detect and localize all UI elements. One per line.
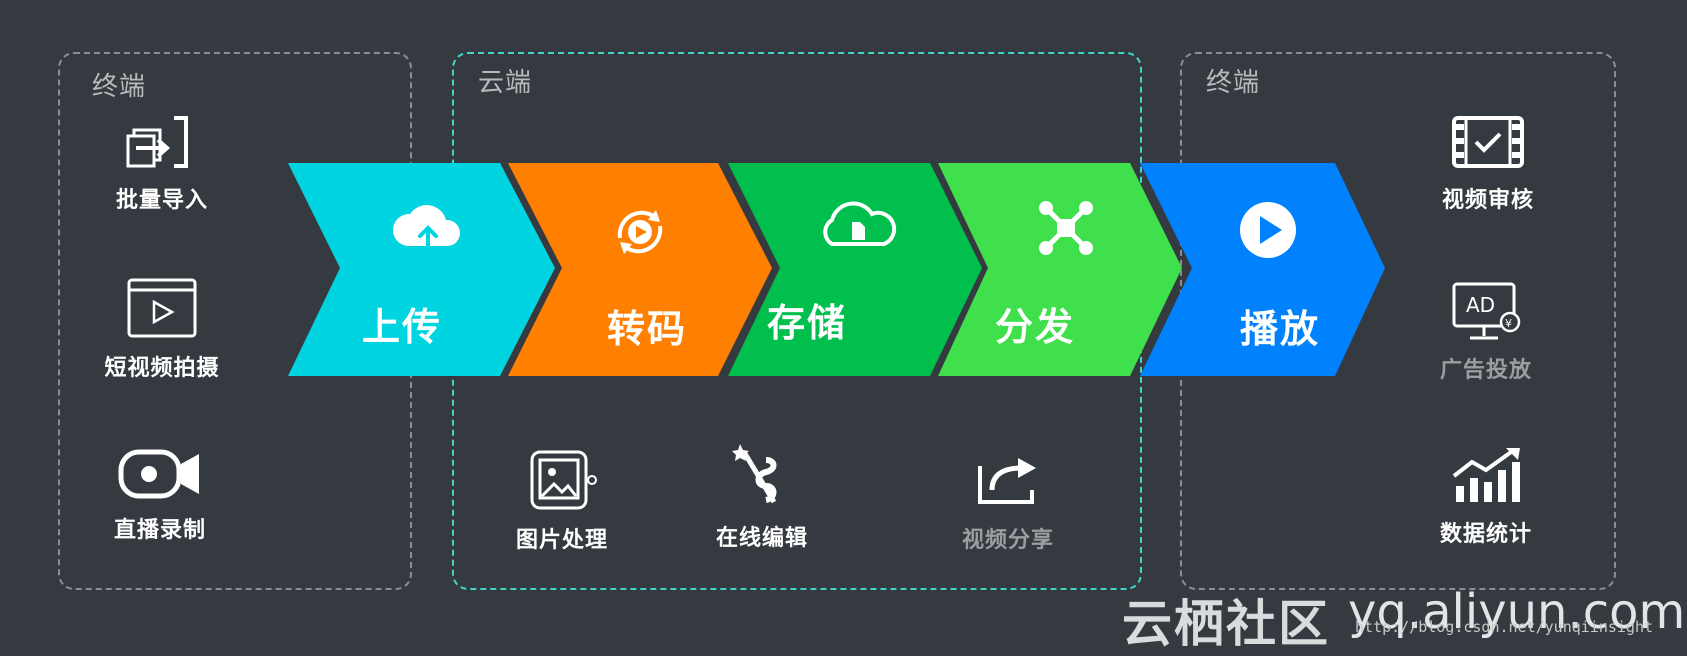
camera-record-icon — [118, 449, 199, 499]
feature-label: 视频审核 — [1441, 188, 1534, 213]
film-check-icon — [1452, 116, 1524, 168]
stage-label-distribute: 分发 — [995, 305, 1076, 349]
feature-live-record: 直播录制 — [60, 446, 260, 544]
feature-label: 视频分享 — [961, 528, 1054, 553]
feature-label: 在线编辑 — [715, 526, 808, 551]
feature-label: 图片处理 — [515, 528, 608, 553]
watermark-brand-cn: 云栖社区 — [1122, 595, 1330, 653]
feature-ad-delivery: AD ¥ 广告投放 — [1386, 280, 1586, 384]
feature-batch-import: 批量导入 — [62, 112, 262, 214]
feature-image-processing: 图片处理 — [462, 448, 662, 554]
short-video-shoot-icon — [127, 278, 197, 338]
image-processing-icon — [530, 450, 597, 510]
svg-text:¥: ¥ — [1505, 317, 1512, 330]
feature-video-share: 视频分享 — [908, 448, 1108, 554]
stage-label-play: 播放 — [1240, 307, 1321, 351]
feature-label: 批量导入 — [115, 188, 208, 213]
batch-import-icon — [126, 116, 188, 168]
feature-label: 短视频拍摄 — [104, 356, 220, 381]
feature-online-edit: 在线编辑 — [662, 440, 862, 552]
svg-text:AD: AD — [1466, 293, 1495, 317]
watermark-source-url: http://blog.csdn.net/yunqiinsight — [1355, 618, 1654, 636]
feature-label: 直播录制 — [113, 518, 206, 543]
feature-short-video-shoot: 短视频拍摄 — [62, 276, 262, 382]
ad-monitor-icon: AD ¥ — [1452, 282, 1521, 340]
magic-wand-film-icon — [732, 444, 777, 504]
play-circle-icon — [1240, 202, 1296, 258]
feature-label: 数据统计 — [1439, 522, 1532, 547]
stage-label-upload: 上传 — [362, 305, 443, 349]
bar-chart-trend-icon — [1452, 448, 1520, 502]
feature-video-review: 视频审核 — [1388, 112, 1588, 214]
feature-label: 广告投放 — [1439, 358, 1532, 383]
share-arrow-icon — [978, 458, 1036, 504]
feature-data-stats: 数据统计 — [1386, 446, 1586, 548]
stage-label-transcode: 转码 — [607, 307, 688, 351]
stage-label-storage: 存储 — [767, 301, 848, 345]
